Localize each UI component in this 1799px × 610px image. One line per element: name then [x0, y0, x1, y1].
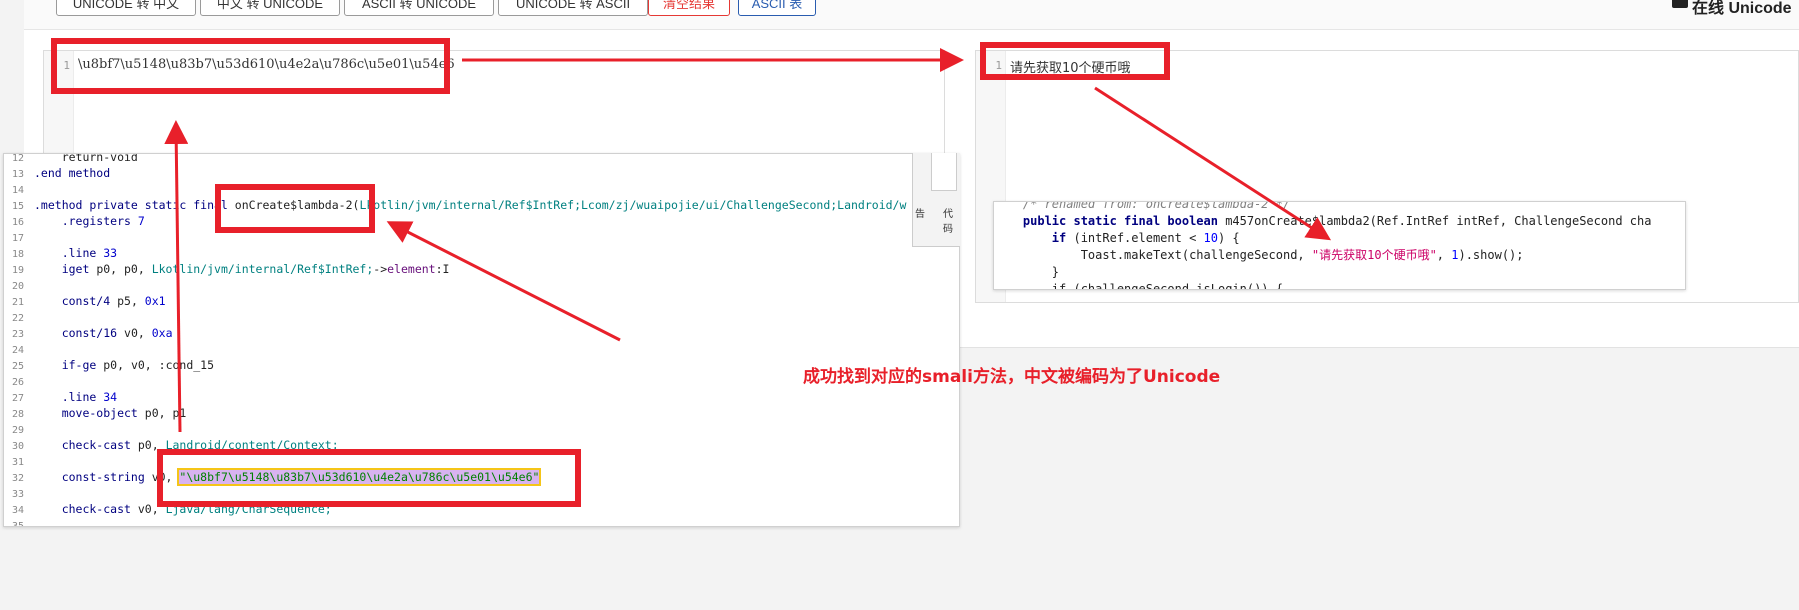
smali-line-number: 35 — [11, 521, 24, 527]
smali-token: .line — [34, 390, 104, 404]
java-token: /* renamed from: onCreate$lambda-2 */ — [994, 201, 1291, 211]
smali-line: 20 — [4, 277, 34, 293]
smali-line: 24 — [4, 341, 34, 357]
smali-line: 29 — [4, 421, 34, 437]
java-token: (intRef.element < — [1073, 231, 1204, 245]
side-panel-box — [931, 153, 957, 191]
smali-token: const-string — [34, 470, 152, 484]
smali-token: -> — [373, 262, 388, 276]
smali-token: Lkotlin/jvm/internal/Ref$IntRef;Lcom/zj/… — [359, 198, 907, 212]
clear-result-button[interactable]: 清空结果 — [648, 0, 730, 16]
smali-token: p0, p1 — [144, 406, 187, 420]
java-token: } — [994, 265, 1060, 279]
smali-token: 33 — [103, 246, 118, 260]
smali-token: .end method — [34, 166, 111, 180]
site-logo-icon — [1672, 0, 1688, 8]
smali-line: 27 .line 34 — [4, 389, 117, 405]
java-token: if (challengeSecond.isLogin()) { — [994, 282, 1283, 290]
smali-line: 35 — [4, 517, 34, 527]
smali-token: if-ge — [34, 358, 104, 372]
smali-line: 33 — [4, 485, 34, 501]
java-code-view: /* renamed from: onCreate$lambda-2 */ pu… — [993, 201, 1686, 290]
smali-token: move-object — [34, 406, 145, 420]
java-line: /* renamed from: onCreate$lambda-2 */ — [994, 201, 1291, 213]
java-token: "请先获取10个硬币哦" — [1311, 248, 1437, 262]
java-line: if (challengeSecond.isLogin()) { — [994, 281, 1283, 290]
smali-token: 34 — [103, 390, 118, 404]
java-token: Toast.makeText(challengeSecond, — [994, 248, 1312, 262]
smali-line: 28 move-object p0, p1 — [4, 405, 186, 421]
smali-token: 0xa — [151, 326, 173, 340]
smali-line: 17 — [4, 229, 34, 245]
java-line: public static final boolean m457onCreate… — [994, 213, 1652, 230]
smali-token: .method private static final — [34, 198, 235, 212]
java-token: ) { — [1217, 231, 1240, 245]
smali-line: 14 — [4, 181, 34, 197]
smali-token: element — [387, 262, 436, 276]
smali-token: check-cast — [34, 502, 138, 516]
smali-token: check-cast — [34, 438, 138, 452]
java-line: } — [994, 264, 1059, 281]
side-tab-code[interactable]: 代码 — [943, 205, 960, 235]
smali-token: :cond_15 — [158, 358, 215, 372]
smali-token: p0, v0, — [103, 358, 159, 372]
smali-line: 26 — [4, 373, 34, 389]
unicode-to-chinese-button[interactable]: UNICODE 转 中文 — [56, 0, 196, 16]
smali-token: v0, — [124, 326, 152, 340]
java-line: Toast.makeText(challengeSecond, "请先获取10个… — [994, 247, 1524, 264]
smali-line: 23 const/16 v0, 0xa — [4, 325, 173, 341]
smali-token: p5, — [117, 294, 145, 308]
smali-token: 0x1 — [144, 294, 166, 308]
highlight-box-output — [980, 42, 1170, 80]
java-line: if (intRef.element < 10) { — [994, 230, 1240, 247]
smali-token: const/16 — [34, 326, 125, 340]
smali-token: :I — [435, 262, 450, 276]
toolbar: UNICODE 转 中文 中文 转 UNICODE ASCII 转 UNICOD… — [24, 0, 1799, 30]
chinese-to-unicode-button[interactable]: 中文 转 UNICODE — [200, 0, 340, 16]
smali-line: 21 const/4 p5, 0x1 — [4, 293, 166, 309]
java-token: , — [1436, 248, 1452, 262]
smali-line: 25 if-ge p0, v0, :cond_15 — [4, 357, 214, 373]
java-token: public static final boolean — [994, 214, 1226, 228]
unicode-to-ascii-button[interactable]: UNICODE 转 ASCII — [498, 0, 648, 16]
smali-token: Lkotlin/jvm/internal/Ref$IntRef; — [151, 262, 374, 276]
smali-line: 16 .registers 7 — [4, 213, 145, 229]
smali-token: .line — [34, 246, 104, 260]
smali-line: 22 — [4, 309, 34, 325]
smali-token: iget — [34, 262, 97, 276]
smali-token: return-void — [34, 153, 138, 164]
smali-line: 19 iget p0, p0, Lkotlin/jvm/internal/Ref… — [4, 261, 450, 277]
java-token: m457onCreate$lambda2(Ref.IntRef intRef, … — [1225, 214, 1652, 228]
side-tab-warning[interactable]: 告 — [915, 205, 925, 220]
highlight-box-method-name — [215, 184, 375, 233]
smali-line: 18 .line 33 — [4, 245, 117, 261]
highlight-box-const-string — [157, 449, 581, 507]
smali-token: const/4 — [34, 294, 118, 308]
smali-token: .registers — [34, 214, 138, 228]
java-token: 10 — [1203, 231, 1218, 245]
annotation-text: 成功找到对应的smali方法，中文被编码为了Unicode — [803, 367, 1221, 387]
java-token: if — [994, 231, 1074, 245]
site-title: 在线 Unicode — [1692, 0, 1792, 17]
side-panel-strip: 告 代码 — [912, 153, 960, 247]
ascii-table-button[interactable]: ASCII 表 — [738, 0, 816, 16]
java-token: ).show(); — [1458, 248, 1524, 262]
smali-line: 12 return-void — [4, 153, 138, 165]
smali-line: 31 — [4, 453, 34, 469]
highlight-box-input — [51, 38, 450, 94]
ascii-to-unicode-button[interactable]: ASCII 转 UNICODE — [344, 0, 494, 16]
smali-line: 13 .end method — [4, 165, 110, 181]
smali-token: 7 — [137, 214, 145, 228]
smali-token: p0, p0, — [96, 262, 152, 276]
smali-line: 15 .method private static final onCreate$… — [4, 197, 906, 213]
